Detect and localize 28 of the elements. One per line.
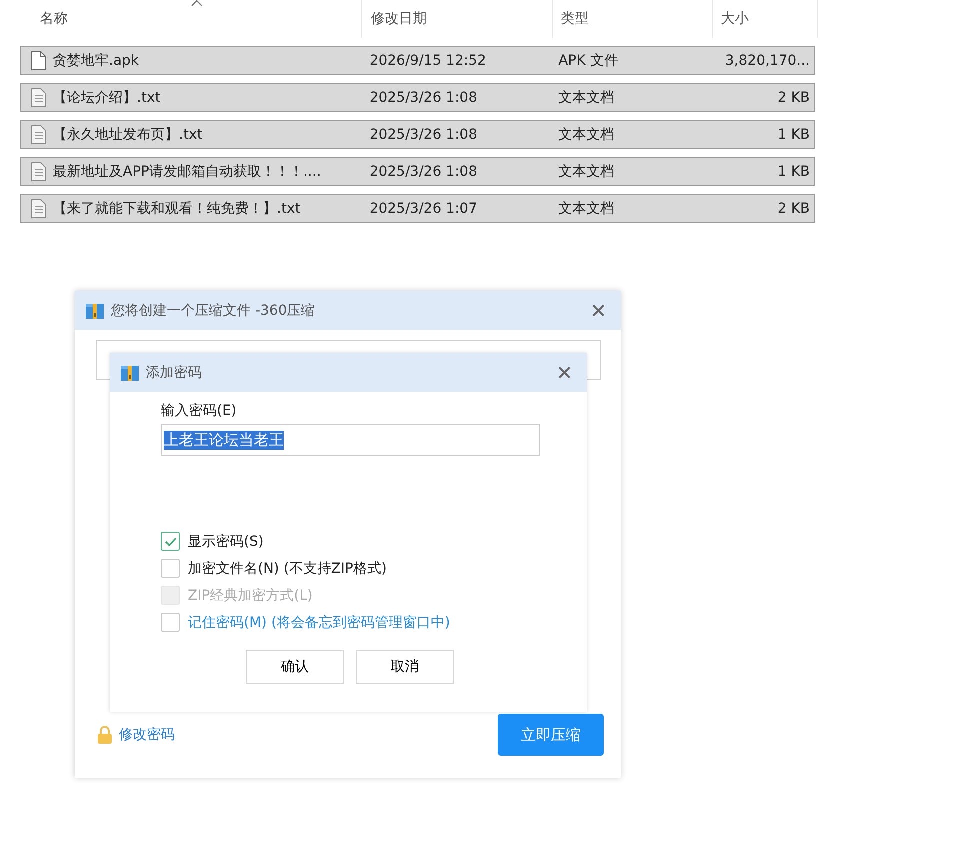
checkbox-label: 显示密码(S) xyxy=(188,532,264,550)
file-name: 【来了就能下载和观看！纯免费！】.txt xyxy=(53,200,301,218)
file-size: 2 KB xyxy=(778,200,810,216)
modified-date: 2025/3/26 1:08 xyxy=(370,90,478,106)
window-title: 您将创建一个压缩文件 -360压缩 xyxy=(111,302,316,320)
file-name: 最新地址及APP请发邮箱自动获取！！！.... xyxy=(53,162,322,180)
file-size: 1 KB xyxy=(778,126,810,142)
file-type: 文本文档 xyxy=(558,126,615,144)
modified-date: 2026/9/15 12:52 xyxy=(370,52,486,68)
password-value: 上老王论坛当老王 xyxy=(164,430,284,450)
file-type: 文本文档 xyxy=(558,200,615,218)
file-type: 文本文档 xyxy=(558,88,615,106)
file-name: 贪婪地牢.apk xyxy=(53,52,140,70)
file-name: 【论坛介绍】.txt xyxy=(53,88,161,106)
modified-date: 2025/3/26 1:08 xyxy=(370,164,478,180)
modified-date: 2025/3/26 1:07 xyxy=(370,200,478,216)
checkbox-label: 加密文件名(N) (不支持ZIP格式) xyxy=(188,560,387,578)
file-name: 【永久地址发布页】.txt xyxy=(53,126,203,144)
checkbox-label: 记住密码(M) (将会备忘到密码管理窗口中) xyxy=(188,614,450,632)
window-title: 添加密码 xyxy=(146,364,203,382)
modified-date: 2025/3/26 1:08 xyxy=(370,126,478,142)
file-size: 3,820,170... xyxy=(725,52,810,68)
password-label: 输入密码(E) xyxy=(161,402,237,420)
checkbox-label: ZIP经典加密方式(L) xyxy=(188,586,313,604)
file-size: 1 KB xyxy=(778,164,810,180)
file-type: 文本文档 xyxy=(558,162,615,180)
file-size: 2 KB xyxy=(778,90,810,106)
file-type: APK 文件 xyxy=(558,52,618,70)
